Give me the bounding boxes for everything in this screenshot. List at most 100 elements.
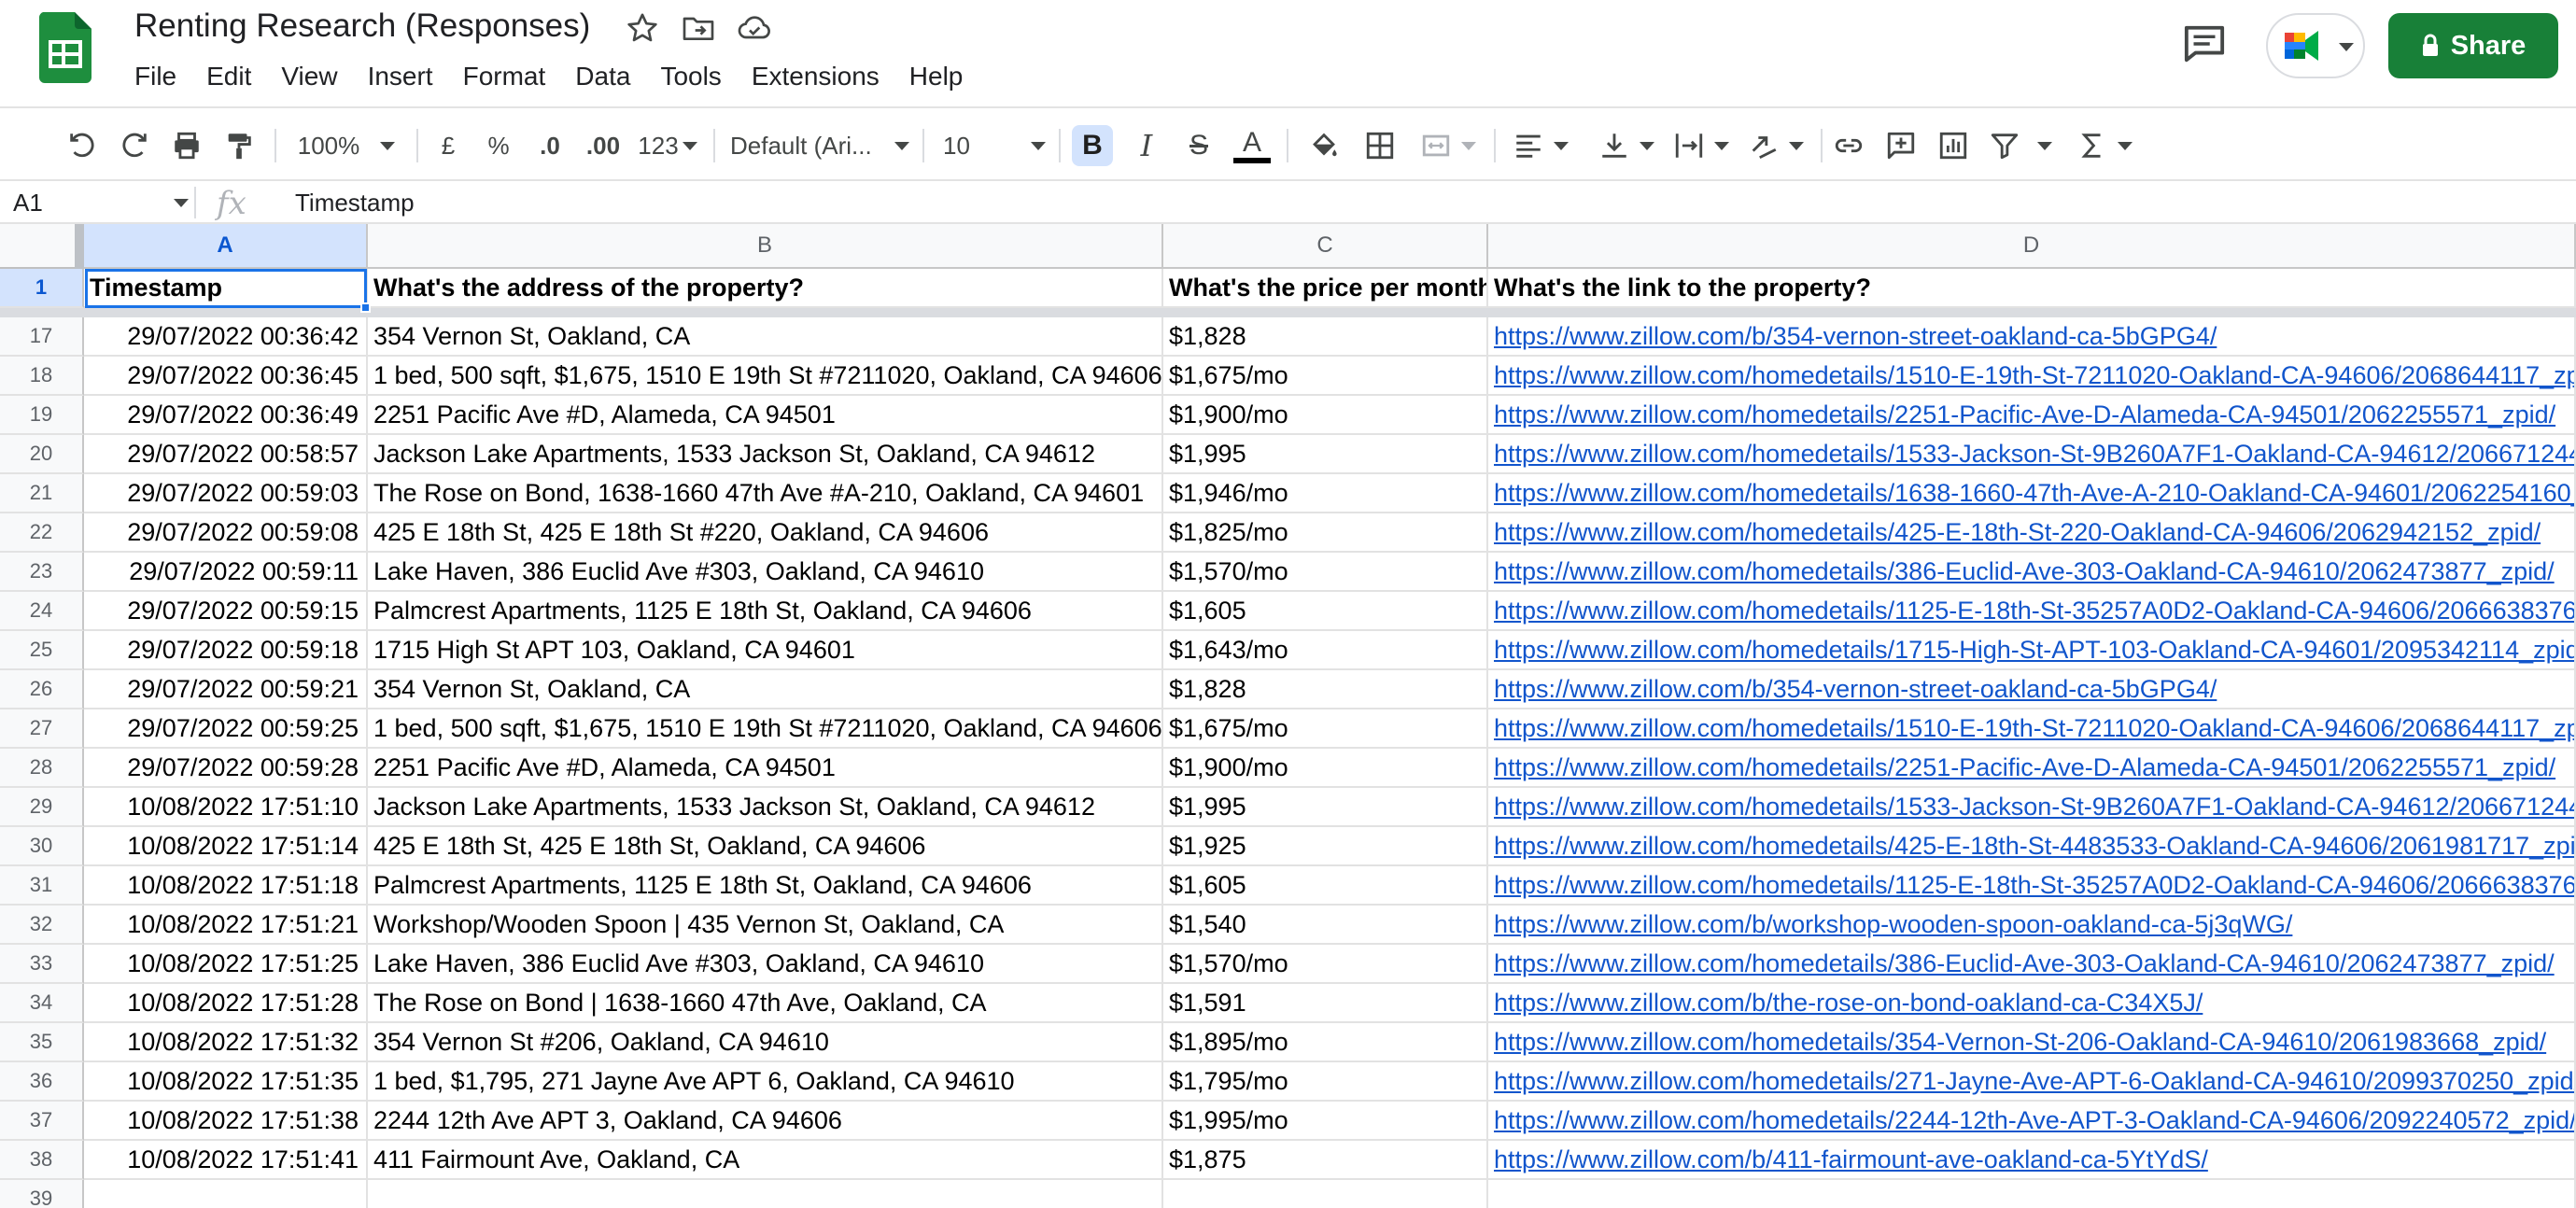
link-cell[interactable]: https://www.zillow.com/homedetails/1533-… (1488, 788, 2576, 827)
row-header[interactable]: 37 (0, 1102, 84, 1141)
address-cell[interactable]: 2251 Pacific Ave #D, Alameda, CA 94501 (368, 749, 1163, 788)
column-header-c[interactable]: C (1163, 224, 1488, 269)
menu-extensions[interactable]: Extensions (737, 58, 894, 95)
timestamp-cell[interactable]: 29/07/2022 00:59:15 (84, 592, 368, 631)
row-header[interactable]: 17 (0, 317, 84, 357)
address-cell[interactable]: The Rose on Bond, 1638-1660 47th Ave #A-… (368, 474, 1163, 513)
sheets-logo-icon[interactable] (38, 12, 91, 83)
meet-button[interactable] (2266, 13, 2365, 78)
row-header[interactable]: 31 (0, 866, 84, 906)
price-cell[interactable]: $1,995 (1163, 435, 1488, 474)
text-color-button[interactable]: A (1231, 125, 1274, 166)
price-cell[interactable]: $1,675/mo (1163, 709, 1488, 749)
row-header[interactable]: 30 (0, 827, 84, 866)
timestamp-cell[interactable]: 29/07/2022 00:58:57 (84, 435, 368, 474)
timestamp-cell[interactable]: 29/07/2022 00:59:25 (84, 709, 368, 749)
price-cell[interactable]: $1,591 (1163, 984, 1488, 1023)
folder-move-icon[interactable] (680, 9, 717, 47)
price-cell[interactable]: $1,995 (1163, 788, 1488, 827)
row-header[interactable]: 1 (0, 269, 84, 308)
comment-history-icon[interactable] (2181, 22, 2228, 65)
name-box-caret-icon[interactable] (174, 199, 189, 207)
menu-help[interactable]: Help (894, 58, 978, 95)
font-family-select[interactable]: Default (Ari... (730, 125, 909, 166)
document-title[interactable]: Renting Research (Responses) (134, 7, 590, 45)
address-cell[interactable]: 1 bed, 500 sqft, $1,675, 1510 E 19th St … (368, 357, 1163, 396)
address-cell[interactable]: Palmcrest Apartments, 1125 E 18th St, Oa… (368, 866, 1163, 906)
more-formats-select[interactable]: 123 (635, 125, 700, 166)
timestamp-cell[interactable]: 29/07/2022 00:59:11 (84, 553, 368, 592)
address-cell[interactable]: Palmcrest Apartments, 1125 E 18th St, Oa… (368, 592, 1163, 631)
merge-cells-icon[interactable] (1415, 125, 1481, 166)
link-cell[interactable]: https://www.zillow.com/homedetails/1715-… (1488, 631, 2576, 670)
link-cell[interactable]: https://www.zillow.com/homedetails/2244-… (1488, 1102, 2576, 1141)
row-header[interactable]: 27 (0, 709, 84, 749)
row-header[interactable]: 33 (0, 945, 84, 984)
column-header-a[interactable]: A (84, 224, 368, 269)
menu-edit[interactable]: Edit (191, 58, 266, 95)
link-cell[interactable]: https://www.zillow.com/homedetails/1125-… (1488, 866, 2576, 906)
insert-chart-icon[interactable] (1933, 125, 1974, 166)
timestamp-cell[interactable]: 29/07/2022 00:59:21 (84, 670, 368, 709)
insert-link-icon[interactable] (1828, 125, 1869, 166)
menu-data[interactable]: Data (560, 58, 645, 95)
address-cell[interactable]: 1 bed, $1,795, 271 Jayne Ave APT 6, Oakl… (368, 1062, 1163, 1102)
select-all-corner[interactable] (0, 224, 84, 269)
increase-decimal-button[interactable]: .00 (579, 125, 627, 166)
percent-format-button[interactable]: % (480, 125, 517, 166)
timestamp-cell[interactable]: 10/08/2022 17:51:32 (84, 1023, 368, 1062)
row-header[interactable]: 26 (0, 670, 84, 709)
timestamp-cell[interactable]: 29/07/2022 00:59:08 (84, 513, 368, 553)
timestamp-cell[interactable]: 29/07/2022 00:59:28 (84, 749, 368, 788)
row-header[interactable]: 39 (0, 1180, 84, 1208)
address-cell[interactable] (368, 1180, 1163, 1208)
address-cell[interactable]: 1715 High St APT 103, Oakland, CA 94601 (368, 631, 1163, 670)
timestamp-cell[interactable] (84, 1180, 368, 1208)
timestamp-cell[interactable]: 29/07/2022 00:59:03 (84, 474, 368, 513)
row-header[interactable]: 24 (0, 592, 84, 631)
link-cell[interactable]: https://www.zillow.com/b/411-fairmount-a… (1488, 1141, 2576, 1180)
address-cell[interactable]: 2244 12th Ave APT 3, Oakland, CA 94606 (368, 1102, 1163, 1141)
row-header[interactable]: 25 (0, 631, 84, 670)
price-cell[interactable]: $1,828 (1163, 670, 1488, 709)
timestamp-cell[interactable]: 29/07/2022 00:36:42 (84, 317, 368, 357)
zoom-select[interactable]: 100% (291, 125, 401, 166)
link-cell[interactable]: https://www.zillow.com/homedetails/386-E… (1488, 945, 2576, 984)
row-header[interactable]: 19 (0, 396, 84, 435)
address-cell[interactable]: 354 Vernon St, Oakland, CA (368, 317, 1163, 357)
row-header[interactable]: 23 (0, 553, 84, 592)
address-cell[interactable]: 425 E 18th St, 425 E 18th St #220, Oakla… (368, 513, 1163, 553)
address-cell[interactable]: 1 bed, 500 sqft, $1,675, 1510 E 19th St … (368, 709, 1163, 749)
row-header[interactable]: 21 (0, 474, 84, 513)
fill-color-icon[interactable] (1303, 125, 1344, 166)
price-cell[interactable]: $1,925 (1163, 827, 1488, 866)
link-cell[interactable]: https://www.zillow.com/b/354-vernon-stre… (1488, 670, 2576, 709)
link-cell[interactable]: https://www.zillow.com/homedetails/1638-… (1488, 474, 2576, 513)
header-cell-link[interactable]: What's the link to the property? (1488, 269, 2576, 308)
share-button[interactable]: Share (2388, 13, 2558, 78)
address-cell[interactable]: The Rose on Bond | 1638-1660 47th Ave, O… (368, 984, 1163, 1023)
timestamp-cell[interactable]: 10/08/2022 17:51:41 (84, 1141, 368, 1180)
price-cell[interactable]: $1,675/mo (1163, 357, 1488, 396)
bold-button[interactable]: B (1072, 125, 1113, 166)
menu-tools[interactable]: Tools (645, 58, 736, 95)
cloud-status-icon[interactable] (736, 9, 773, 47)
vertical-align-icon[interactable] (1593, 125, 1660, 166)
menu-insert[interactable]: Insert (353, 58, 448, 95)
font-size-select[interactable]: 10 (943, 125, 1046, 166)
formula-input[interactable]: Timestamp (295, 188, 415, 218)
price-cell[interactable]: $1,900/mo (1163, 396, 1488, 435)
price-cell[interactable]: $1,875 (1163, 1141, 1488, 1180)
insert-comment-icon[interactable] (1880, 125, 1921, 166)
price-cell[interactable]: $1,946/mo (1163, 474, 1488, 513)
price-cell[interactable]: $1,570/mo (1163, 553, 1488, 592)
freeze-handle[interactable] (75, 224, 84, 269)
row-header[interactable]: 28 (0, 749, 84, 788)
price-cell[interactable]: $1,828 (1163, 317, 1488, 357)
decrease-decimal-button[interactable]: .0 (528, 125, 571, 166)
link-cell[interactable]: https://www.zillow.com/b/workshop-wooden… (1488, 906, 2576, 945)
timestamp-cell[interactable]: 10/08/2022 17:51:18 (84, 866, 368, 906)
row-header[interactable]: 18 (0, 357, 84, 396)
timestamp-cell[interactable]: 10/08/2022 17:51:10 (84, 788, 368, 827)
row-header[interactable]: 29 (0, 788, 84, 827)
